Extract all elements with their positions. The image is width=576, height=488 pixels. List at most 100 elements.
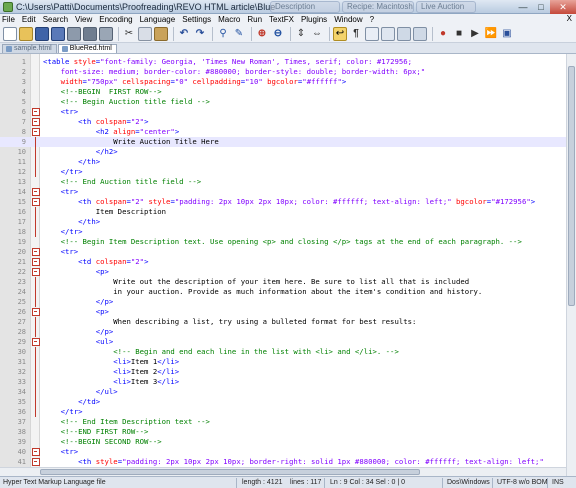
code-line[interactable]: 38 <!--END FIRST ROW--> [0, 427, 576, 437]
save-icon[interactable] [35, 26, 49, 41]
code-line[interactable]: 6 <tr> [0, 107, 576, 117]
code-text[interactable]: <!--END FIRST ROW--> [43, 427, 564, 437]
code-line[interactable]: 30 <!-- Begin and end each line in the l… [0, 347, 576, 357]
code-line[interactable]: 32 <li>Item 2</li> [0, 367, 576, 377]
code-text[interactable]: When describing a list, try using a bull… [43, 317, 564, 327]
fold-toggle-icon[interactable] [31, 187, 40, 197]
code-text[interactable]: </ul> [43, 387, 564, 397]
menu-textfx[interactable]: TextFX [269, 15, 294, 24]
fold-toggle-icon[interactable] [31, 337, 40, 347]
code-text[interactable]: <!-- Begin Auction title field --> [43, 97, 564, 107]
code-text[interactable]: Write out the description of your item h… [43, 277, 564, 287]
code-line[interactable]: 4 <!--BEGIN FIRST ROW--> [0, 87, 576, 97]
code-line[interactable]: 9 Write Auction Title Here [0, 137, 576, 147]
code-text[interactable]: <tr> [43, 247, 564, 257]
code-text[interactable]: <!-- End Auction title field --> [43, 177, 564, 187]
code-text[interactable]: <li>Item 2</li> [43, 367, 564, 377]
code-line[interactable]: 1 <table style="font-family: Georgia, 'Ti… [0, 57, 576, 67]
zoom-in-icon[interactable]: ⊕ [255, 27, 269, 41]
code-text[interactable]: </tr> [43, 167, 564, 177]
code-line[interactable]: 41 <th style="padding: 2px 10px 2px 10px… [0, 457, 576, 467]
close-window-button[interactable]: ✕ [550, 0, 576, 14]
code-text[interactable]: <!--BEGIN SECOND ROW--> [43, 437, 564, 447]
code-line[interactable]: 2 font-size: medium; border-color: #8800… [0, 67, 576, 77]
save-macro-icon[interactable]: ▣ [500, 27, 514, 41]
menu-help[interactable]: ? [370, 15, 374, 24]
fold-toggle-icon[interactable] [31, 447, 40, 457]
code-line[interactable]: 10 </h2> [0, 147, 576, 157]
fold-toggle-icon[interactable] [31, 197, 40, 207]
open-file-icon[interactable] [19, 26, 33, 41]
fold-toggle-icon[interactable] [31, 107, 40, 117]
code-lines[interactable]: 1 <table style="font-family: Georgia, 'Ti… [0, 57, 576, 476]
function-list-icon[interactable] [413, 26, 427, 41]
code-line[interactable]: 16 Item Description [0, 207, 576, 217]
code-text[interactable]: <th style="padding: 2px 10px 2px 10px; b… [43, 457, 564, 467]
code-text[interactable]: <!-- End Item Description text --> [43, 417, 564, 427]
fold-toggle-icon[interactable] [31, 267, 40, 277]
close-icon[interactable] [67, 26, 81, 41]
code-text[interactable]: Write Auction Title Here [43, 137, 564, 147]
code-line[interactable]: 12 </tr> [0, 167, 576, 177]
sync-horizontal-icon[interactable]: ⇔ [310, 27, 324, 41]
maximize-button[interactable]: □ [532, 0, 550, 14]
menu-macro[interactable]: Macro [218, 15, 240, 24]
undo-icon[interactable]: ↶ [177, 27, 191, 41]
code-text[interactable]: <li>Item 1</li> [43, 357, 564, 367]
menu-window[interactable]: Window [334, 15, 362, 24]
indent-guide-icon[interactable] [365, 26, 379, 41]
code-line[interactable]: 37 <!-- End Item Description text --> [0, 417, 576, 427]
code-text[interactable]: <tr> [43, 107, 564, 117]
minimize-button[interactable]: — [514, 0, 532, 14]
code-line[interactable]: 17 </th> [0, 217, 576, 227]
code-text[interactable]: <h2 align="center"> [43, 127, 564, 137]
code-text[interactable]: <th colspan="2"> [43, 117, 564, 127]
code-text[interactable]: <p> [43, 267, 564, 277]
code-line[interactable]: 21 <td colspan="2"> [0, 257, 576, 267]
code-line[interactable]: 23 Write out the description of your ite… [0, 277, 576, 287]
code-line[interactable]: 35 </td> [0, 397, 576, 407]
menu-settings[interactable]: Settings [182, 15, 211, 24]
code-text[interactable]: </td> [43, 397, 564, 407]
menu-view[interactable]: View [75, 15, 92, 24]
code-line[interactable]: 34 </ul> [0, 387, 576, 397]
code-text[interactable]: <ul> [43, 337, 564, 347]
menu-language[interactable]: Language [140, 15, 176, 24]
user-language-icon[interactable] [381, 26, 395, 41]
fold-toggle-icon[interactable] [31, 117, 40, 127]
code-text[interactable]: <td colspan="2"> [43, 257, 564, 267]
code-text[interactable]: </p> [43, 297, 564, 307]
play-multiple-icon[interactable]: ⏩ [484, 27, 498, 41]
code-line[interactable]: 40 <tr> [0, 447, 576, 457]
vertical-scrollbar[interactable] [566, 54, 576, 476]
code-line[interactable]: 8 <h2 align="center"> [0, 127, 576, 137]
stop-record-icon[interactable]: ■ [452, 27, 466, 41]
save-all-icon[interactable] [51, 26, 65, 41]
close-all-icon[interactable] [83, 26, 97, 41]
code-text[interactable]: <p> [43, 307, 564, 317]
tab-sample-html[interactable]: sample.html [2, 44, 57, 53]
code-line[interactable]: 13 <!-- End Auction title field --> [0, 177, 576, 187]
code-text[interactable]: </tr> [43, 407, 564, 417]
code-text[interactable]: <!--BEGIN FIRST ROW--> [43, 87, 564, 97]
code-text[interactable]: </tr> [43, 227, 564, 237]
code-text[interactable]: width="750px" cellspacing="0" cellpaddin… [43, 77, 564, 87]
code-text[interactable]: <table style="font-family: Georgia, 'Tim… [43, 57, 564, 67]
code-line[interactable]: 24 in your auction. Provide as much info… [0, 287, 576, 297]
menu-search[interactable]: Search [43, 15, 68, 24]
redo-icon[interactable]: ↷ [193, 27, 207, 41]
close-document-button[interactable]: X [567, 14, 572, 23]
code-line[interactable]: 20 <tr> [0, 247, 576, 257]
zoom-out-icon[interactable]: ⊖ [271, 27, 285, 41]
paste-icon[interactable] [154, 26, 168, 41]
horizontal-scroll-thumb[interactable] [40, 469, 420, 475]
sync-vertical-icon[interactable]: ⇕ [294, 27, 308, 41]
vertical-scroll-thumb[interactable] [568, 66, 575, 306]
code-line[interactable]: 28 </p> [0, 327, 576, 337]
fold-toggle-icon[interactable] [31, 257, 40, 267]
new-file-icon[interactable] [3, 26, 17, 41]
code-text[interactable]: <th colspan="2" style="padding: 2px 10px… [43, 197, 564, 207]
menu-file[interactable]: File [2, 15, 15, 24]
print-icon[interactable] [99, 26, 113, 41]
code-line[interactable]: 39 <!--BEGIN SECOND ROW--> [0, 437, 576, 447]
